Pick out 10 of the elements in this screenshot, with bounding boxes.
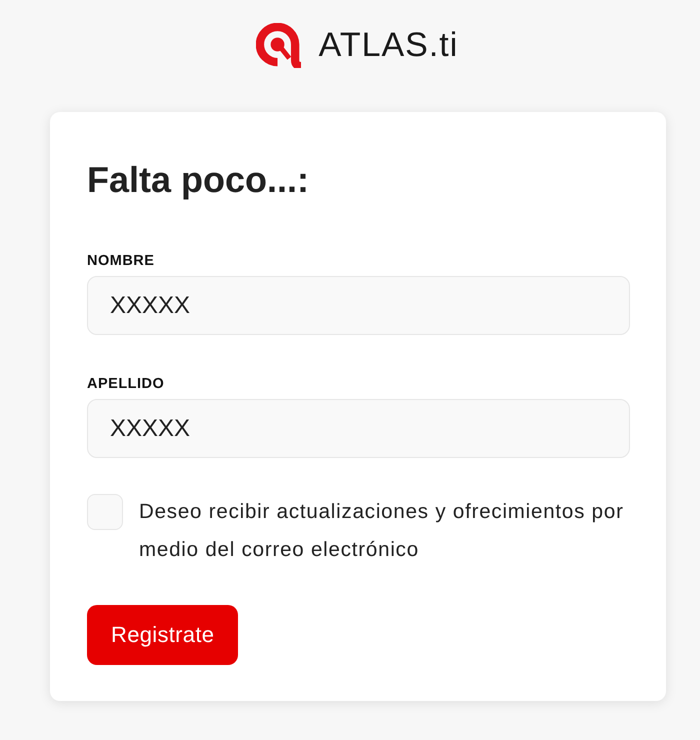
- checkbox[interactable]: [87, 494, 123, 530]
- consent-label: Deseo recibir actualizaciones y ofrecimientos por medio del correo electrónico: [139, 499, 625, 563]
- logo-icon: [256, 22, 301, 68]
- text-input[interactable]: XXXXX: [87, 399, 630, 458]
- field-label: APELLIDO: [87, 375, 166, 393]
- text-input[interactable]: XXXXX: [87, 276, 630, 335]
- logo-text: ATLAS.ti: [318, 28, 458, 62]
- field-label: NOMBRE: [87, 252, 156, 270]
- form-title: Falta poco...:: [87, 158, 310, 202]
- register-button[interactable]: Registrate: [87, 605, 238, 665]
